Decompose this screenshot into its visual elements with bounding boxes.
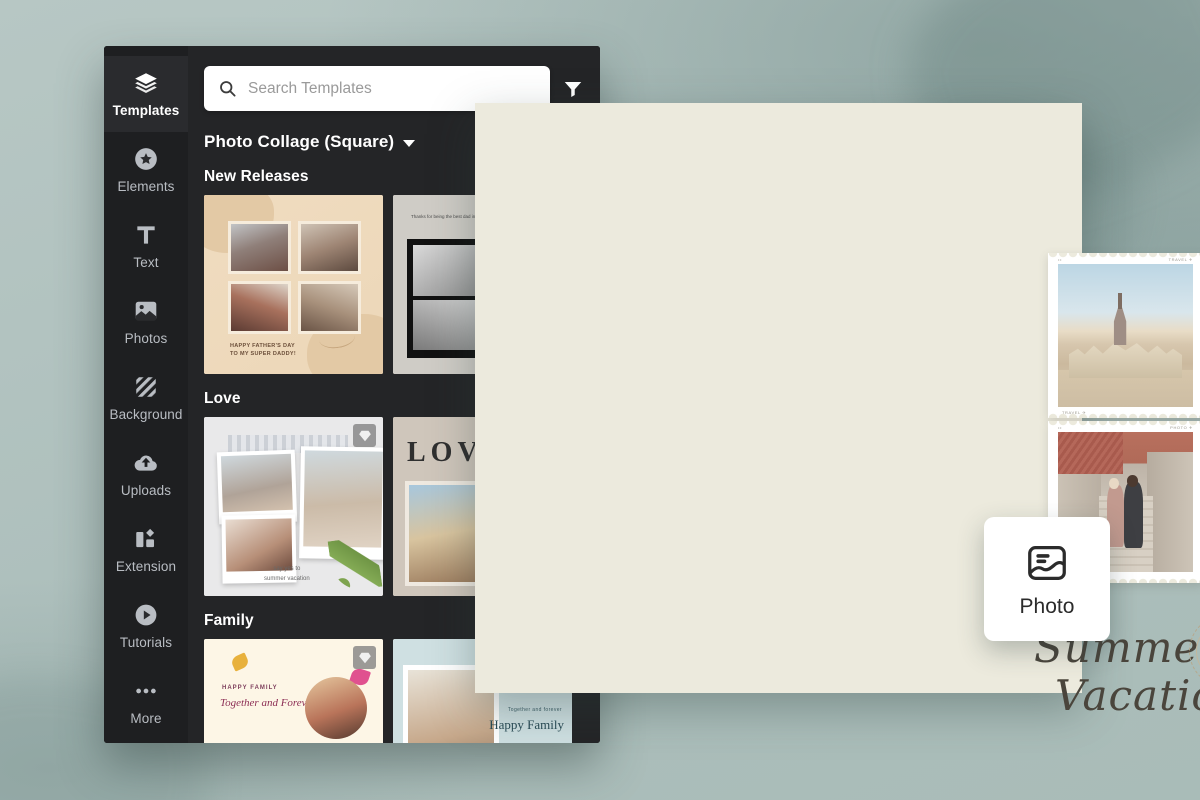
photos-icon [133,298,159,324]
search-input[interactable] [248,79,536,98]
template-card-say-yes[interactable]: say yes to summer vacation [204,417,383,596]
thumbnail-headline: LOV [407,437,483,468]
sidebar-item-label: Uploads [120,483,172,498]
filter-funnel-icon[interactable] [562,78,584,100]
sidebar-item-label: Photos [124,331,168,346]
thumbnail-caption: HAPPY FAMILY [222,685,278,691]
sidebar-item-uploads[interactable]: Uploads [104,436,188,512]
chevron-down-icon [403,140,416,147]
sidebar-nav: Templates Elements Text Photos Backgroun… [104,46,188,743]
stamp-photo-budapest[interactable]: ••TRAVEL ✈ TRAVELTRAVEL ✈ [1048,253,1200,418]
sidebar-item-background[interactable]: Background [104,360,188,436]
sidebar-item-elements[interactable]: Elements [104,132,188,208]
thumbnail-caption: HAPPY FATHER'S DAY TO MY SUPER DADDY! [230,342,297,357]
sidebar-item-more[interactable]: More [104,664,188,740]
search-icon [218,79,237,98]
ellipsis-icon [133,678,159,704]
category-label: Photo Collage (Square) [204,132,395,151]
sidebar-item-label: Elements [117,179,175,194]
sidebar-item-templates[interactable]: Templates [104,56,188,132]
thumbnail-subcaption: Together and Forever [220,697,316,709]
thumbnail-caption: Together and forever [507,707,562,713]
template-card-fathers-day[interactable]: HAPPY FATHER'S DAY TO MY SUPER DADDY! [204,195,383,374]
canvas-script-line-2[interactable]: Vacation [1055,671,1200,720]
premium-badge [353,646,376,669]
airmail-text-top: AIR MAIL [1189,620,1200,629]
airmail-text-bottom: AIR MAIL [1189,673,1200,682]
thumbnail-caption: say yes to summer vacation [264,565,310,582]
sidebar-item-label: Tutorials [119,635,173,650]
sidebar-item-label: Text [133,255,159,270]
background-icon [133,374,159,400]
thumbnail-art: HAPPY FATHER'S DAY TO MY SUPER DADDY! [204,195,383,374]
sidebar-item-label: Extension [115,559,177,574]
thumbnail-subcaption: Happy Family [489,717,564,732]
sidebar-item-text[interactable]: Text [104,208,188,284]
sidebar-item-label: Templates [112,103,180,118]
sidebar-item-tutorials[interactable]: Tutorials [104,588,188,664]
photo-tool-button[interactable]: Photo [984,517,1110,641]
sidebar-item-label: Background [109,407,183,422]
play-circle-icon [133,602,159,628]
airmail-stamp[interactable]: AIR MAIL AIR MAIL [1189,615,1200,687]
sidebar-item-extension[interactable]: Extension [104,512,188,588]
extension-icon [133,526,159,552]
photo-frame-icon [1024,540,1070,586]
text-t-icon [133,222,159,248]
template-card-happy-family[interactable]: HAPPY FAMILY Together and Forever [204,639,383,743]
premium-badge [353,424,376,447]
sidebar-item-label: More [130,711,162,726]
layers-icon [133,70,159,96]
sidebar-item-photos[interactable]: Photos [104,284,188,360]
photo-tool-label: Photo [1019,594,1075,618]
upload-cloud-icon [133,450,159,476]
photo-budapest-parliament [1058,264,1193,407]
star-icon [133,146,159,172]
